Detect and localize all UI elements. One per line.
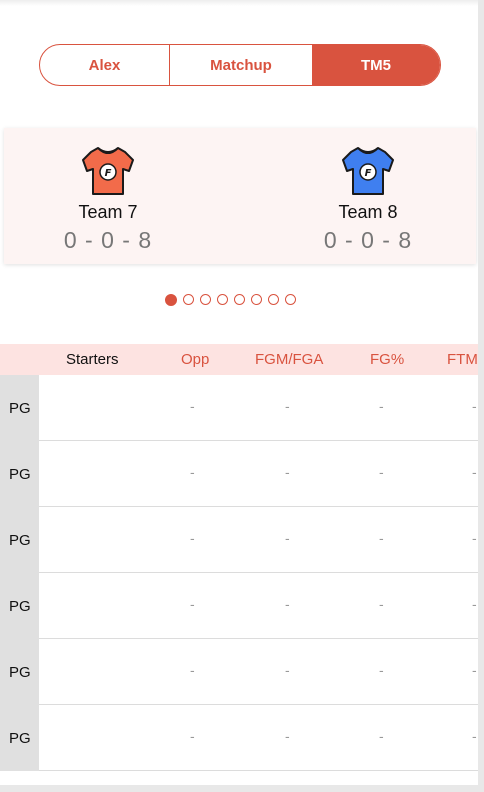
- table-row[interactable]: PG - - - -: [0, 441, 478, 507]
- position-label: PG: [0, 507, 39, 573]
- col-opp[interactable]: Opp: [181, 344, 209, 375]
- opp-cell: -: [190, 728, 195, 744]
- svg-text:F: F: [105, 168, 112, 179]
- table-row[interactable]: PG - - - -: [0, 639, 478, 705]
- opp-cell: -: [190, 662, 195, 678]
- jersey-icon: F: [342, 147, 394, 195]
- page-dot[interactable]: [165, 294, 177, 306]
- table-row[interactable]: PG - - - -: [0, 507, 478, 573]
- tab-matchup[interactable]: Matchup: [170, 45, 312, 85]
- fg-pct-cell: -: [379, 464, 384, 480]
- table-row[interactable]: PG - - - -: [0, 375, 478, 441]
- page-dot[interactable]: [217, 294, 228, 305]
- fgm-fga-cell: -: [285, 728, 290, 744]
- position-label: PG: [0, 639, 39, 705]
- page-dot[interactable]: [234, 294, 245, 305]
- fg-pct-cell: -: [379, 530, 384, 546]
- opp-cell: -: [190, 530, 195, 546]
- col-fgm-fga[interactable]: FGM/FGA: [255, 344, 323, 375]
- team-home[interactable]: F Team 7 0 - 0 - 8: [28, 144, 188, 254]
- ftm-cell: -: [472, 596, 477, 612]
- team-home-name: Team 7: [78, 202, 138, 222]
- opp-cell: -: [190, 596, 195, 612]
- top-shadow: [0, 0, 478, 6]
- position-label: PG: [0, 573, 39, 639]
- ftm-cell: -: [472, 662, 477, 678]
- team-home-record: 0 - 0 - 8: [63, 227, 153, 253]
- team-away[interactable]: F Team 8 0 - 0 - 8: [288, 144, 448, 254]
- fg-pct-cell: -: [379, 398, 384, 414]
- table-row[interactable]: PG - - - -: [0, 573, 478, 639]
- page-dot[interactable]: [268, 294, 279, 305]
- jersey-icon: F: [82, 147, 134, 195]
- page-indicator: [165, 294, 296, 310]
- opp-cell: -: [190, 464, 195, 480]
- ftm-cell: -: [472, 464, 477, 480]
- position-label: PG: [0, 705, 39, 771]
- col-ftm[interactable]: FTM: [447, 344, 478, 375]
- position-label: PG: [0, 375, 39, 441]
- fgm-fga-cell: -: [285, 662, 290, 678]
- ftm-cell: -: [472, 530, 477, 546]
- team-away-record: 0 - 0 - 8: [323, 227, 413, 253]
- col-fg-pct[interactable]: FG%: [370, 344, 404, 375]
- ftm-cell: -: [472, 728, 477, 744]
- app-screen: Alex Matchup TM5 F Team 7 0 - 0 - 8 F Te…: [0, 0, 478, 785]
- tab-tm5[interactable]: TM5: [312, 45, 440, 85]
- fgm-fga-cell: -: [285, 530, 290, 546]
- table-body: PG - - - - PG - - - - PG - - - - PG - - - - PG - - - - PG - - - -: [0, 375, 478, 771]
- fg-pct-cell: -: [379, 662, 384, 678]
- stats-table: Starters Opp FGM/FGA FG% FTM PG - - - - PG - - -…: [0, 344, 478, 771]
- matchup-card[interactable]: F Team 7 0 - 0 - 8 F Team 8 0 - 0 - 8: [4, 128, 476, 264]
- opp-cell: -: [190, 398, 195, 414]
- ftm-cell: -: [472, 398, 477, 414]
- page-dot[interactable]: [183, 294, 194, 305]
- page-dot[interactable]: [285, 294, 296, 305]
- fg-pct-cell: -: [379, 596, 384, 612]
- col-starters[interactable]: Starters: [66, 344, 119, 375]
- table-row[interactable]: PG - - - -: [0, 705, 478, 771]
- table-header: Starters Opp FGM/FGA FG% FTM: [0, 344, 478, 375]
- page-dot[interactable]: [251, 294, 262, 305]
- position-label: PG: [0, 441, 39, 507]
- team-away-name: Team 8: [338, 202, 398, 222]
- fg-pct-cell: -: [379, 728, 384, 744]
- fgm-fga-cell: -: [285, 596, 290, 612]
- fgm-fga-cell: -: [285, 464, 290, 480]
- page-dot[interactable]: [200, 294, 211, 305]
- fgm-fga-cell: -: [285, 398, 290, 414]
- team-view-switcher: Alex Matchup TM5: [39, 44, 441, 86]
- tab-alex[interactable]: Alex: [40, 45, 170, 85]
- svg-text:F: F: [365, 168, 372, 179]
